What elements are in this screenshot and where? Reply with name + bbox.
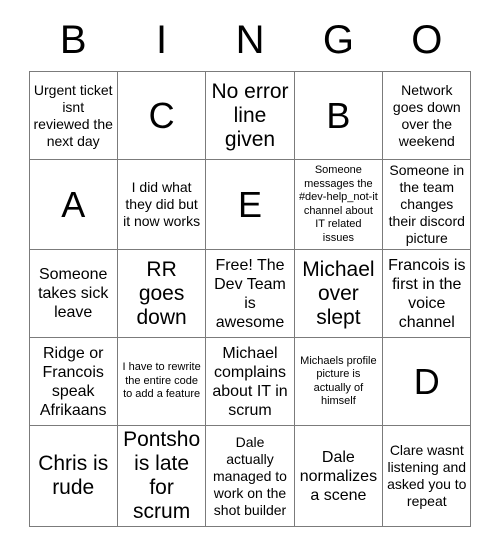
bingo-card: B I N G O Urgent ticket isnt reviewed th… xyxy=(0,0,500,544)
bingo-header-letter-i: I xyxy=(156,18,168,62)
bingo-cell[interactable]: Someone takes sick leave xyxy=(28,249,118,338)
bingo-cell[interactable]: C xyxy=(116,71,207,160)
bingo-cell-text: Ridge or Francois speak Afrikaans xyxy=(39,344,107,419)
bingo-row: Someone takes sick leave RR goes down Fr… xyxy=(28,249,472,338)
bingo-cell[interactable]: Pontsho is late for scrum xyxy=(116,425,207,527)
bingo-cell[interactable]: I did what they did but it now works xyxy=(116,159,207,250)
bingo-cell-text: No error line given xyxy=(211,79,289,151)
bingo-cell-text: Pontsho is late for scrum xyxy=(123,428,201,523)
bingo-cell[interactable]: Someone in the team changes their discor… xyxy=(382,159,472,250)
bingo-cell[interactable]: B xyxy=(293,71,384,160)
bingo-row: Chris is rude Pontsho is late for scrum … xyxy=(28,425,472,527)
bingo-cell[interactable]: D xyxy=(382,337,472,426)
bingo-cell[interactable]: Dale actually managed to work on the sho… xyxy=(205,425,295,527)
bingo-cell-text: Dale normalizes a scene xyxy=(299,448,378,504)
bingo-cell[interactable]: Someone messages the #dev-help_not-it ch… xyxy=(293,159,384,250)
bingo-cell-text: B xyxy=(326,94,351,136)
bingo-cell-text: Clare wasnt listening and asked you to r… xyxy=(387,442,467,509)
bingo-cell[interactable]: RR goes down xyxy=(116,249,207,338)
bingo-header-row: B I N G O xyxy=(29,0,471,62)
bingo-cell-text: Someone in the team changes their discor… xyxy=(388,162,465,246)
bingo-row: Urgent ticket isnt reviewed the next day… xyxy=(28,71,472,160)
bingo-cell-text: RR goes down xyxy=(136,257,187,329)
bingo-cell-text: D xyxy=(413,360,440,402)
bingo-cell-text: A xyxy=(61,183,86,225)
bingo-cell-text: Michaels profile picture is actually of … xyxy=(300,354,377,408)
bingo-cell[interactable]: Network goes down over the weekend xyxy=(382,71,472,160)
bingo-cell-text: Someone messages the #dev-help_not-it ch… xyxy=(298,164,378,244)
bingo-cell[interactable]: Michael complains about IT in scrum xyxy=(205,337,295,426)
bingo-cell[interactable]: Clare wasnt listening and asked you to r… xyxy=(382,425,472,527)
bingo-cell[interactable]: Dale normalizes a scene xyxy=(293,425,384,527)
bingo-header-letter-n: N xyxy=(235,18,265,62)
bingo-header-letter-b: B xyxy=(59,18,87,62)
bingo-cell-text: Dale actually managed to work on the sho… xyxy=(213,433,287,518)
bingo-cell-text: C xyxy=(148,94,175,136)
bingo-cell[interactable]: Michael over slept xyxy=(293,249,384,338)
bingo-cell-text: Francois is first in the voice channel xyxy=(388,256,466,331)
bingo-cell[interactable]: No error line given xyxy=(205,71,295,160)
bingo-row: A I did what they did but it now works E… xyxy=(28,159,472,250)
bingo-cell-text: Someone takes sick leave xyxy=(38,266,109,321)
bingo-cell[interactable]: Francois is first in the voice channel xyxy=(382,249,472,338)
bingo-cell[interactable]: Urgent ticket isnt reviewed the next day xyxy=(28,71,118,160)
bingo-cell[interactable]: A xyxy=(28,159,118,250)
bingo-cell[interactable]: Ridge or Francois speak Afrikaans xyxy=(28,337,118,426)
bingo-cell-text: Michael complains about IT in scrum xyxy=(212,344,288,419)
bingo-cell-text: I have to rewrite the entire code to add… xyxy=(122,361,201,401)
bingo-row: Ridge or Francois speak Afrikaans I have… xyxy=(28,337,472,426)
bingo-header-letter-g: G xyxy=(322,18,354,62)
bingo-cell-text: I did what they did but it now works xyxy=(123,179,201,229)
bingo-cell[interactable]: Chris is rude xyxy=(28,425,118,527)
bingo-cell-text: Network goes down over the weekend xyxy=(392,81,461,149)
bingo-cell-text: E xyxy=(237,183,262,225)
bingo-cell[interactable]: I have to rewrite the entire code to add… xyxy=(116,337,207,426)
bingo-cell[interactable]: E xyxy=(205,159,295,250)
bingo-cell-text: Michael over slept xyxy=(302,257,375,329)
bingo-grid: Urgent ticket isnt reviewed the next day… xyxy=(28,71,472,527)
bingo-header-letter-o: O xyxy=(411,18,443,62)
bingo-cell-text: Chris is rude xyxy=(38,452,109,499)
bingo-cell[interactable]: Michaels profile picture is actually of … xyxy=(293,337,384,426)
bingo-cell-text: Free! The Dev Team is awesome xyxy=(214,256,286,331)
bingo-cell-free[interactable]: Free! The Dev Team is awesome xyxy=(205,249,295,338)
bingo-cell-text: Urgent ticket isnt reviewed the next day xyxy=(33,81,113,149)
